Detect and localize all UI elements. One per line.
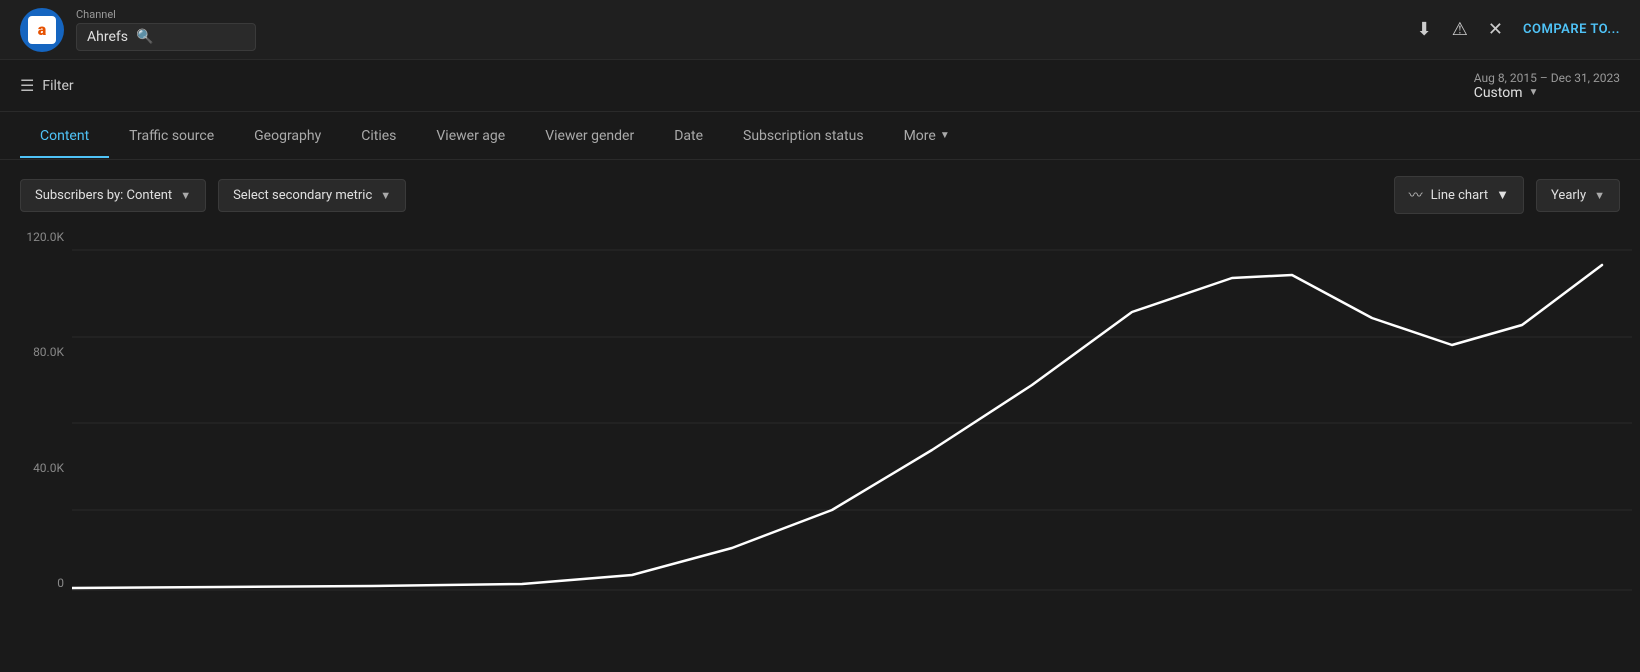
tab-traffic-source[interactable]: Traffic source	[109, 114, 234, 158]
chart-type-label: Line chart	[1431, 188, 1488, 203]
date-preset-dropdown[interactable]: Custom ▼	[1474, 85, 1620, 101]
tab-content[interactable]: Content	[20, 114, 109, 158]
tab-date[interactable]: Date	[654, 114, 723, 158]
channel-name: Ahrefs	[87, 29, 128, 45]
chart-controls: Subscribers by: Content ▼ Select seconda…	[20, 176, 1620, 214]
download-icon[interactable]: ⬇	[1417, 19, 1432, 40]
line-chart-icon: 〰	[1409, 185, 1423, 205]
tab-subscription-status[interactable]: Subscription status	[723, 114, 884, 158]
notification-icon[interactable]: ⚠	[1452, 19, 1468, 40]
y-label-80k: 80.0K	[20, 345, 72, 359]
search-icon[interactable]: 🔍	[136, 29, 153, 45]
chart-svg-container	[72, 230, 1620, 610]
date-preset-label: Custom	[1474, 85, 1523, 101]
logo-circle: a	[20, 8, 64, 52]
line-chart-svg	[72, 230, 1632, 610]
more-chevron-icon: ▼	[940, 130, 950, 141]
chart-line	[72, 265, 1602, 588]
secondary-metric-label: Select secondary metric	[233, 188, 372, 203]
tabs-bar: Content Traffic source Geography Cities …	[0, 112, 1640, 160]
top-bar: a Channel Ahrefs 🔍 ⬇ ⚠ ✕ COMPARE TO...	[0, 0, 1640, 60]
filter-icon: ☰	[20, 76, 34, 95]
tab-cities[interactable]: Cities	[341, 114, 416, 158]
chart-wrapper: 120.0K 80.0K 40.0K 0	[20, 230, 1620, 610]
y-label-0: 0	[20, 576, 72, 590]
secondary-metric-chevron-icon: ▼	[380, 189, 391, 202]
time-period-label: Yearly	[1551, 188, 1586, 203]
secondary-metric-dropdown[interactable]: Select secondary metric ▼	[218, 179, 406, 212]
chart-controls-right: 〰 Line chart ▼ Yearly ▼	[1394, 176, 1620, 214]
primary-metric-dropdown[interactable]: Subscribers by: Content ▼	[20, 179, 206, 212]
filter-left: ☰ Filter	[20, 76, 74, 95]
top-bar-right: ⬇ ⚠ ✕ COMPARE TO...	[1417, 19, 1620, 40]
channel-search-box[interactable]: Ahrefs 🔍	[76, 23, 256, 51]
filter-right: Aug 8, 2015 – Dec 31, 2023 Custom ▼	[1474, 71, 1620, 101]
chart-type-dropdown[interactable]: 〰 Line chart ▼	[1394, 176, 1524, 214]
tab-geography[interactable]: Geography	[234, 114, 341, 158]
top-bar-left: a Channel Ahrefs 🔍	[20, 8, 256, 52]
time-period-chevron-icon: ▼	[1594, 189, 1605, 202]
chevron-down-icon: ▼	[1528, 87, 1538, 98]
chart-type-chevron-icon: ▼	[1496, 187, 1509, 203]
filter-label: Filter	[42, 78, 73, 94]
channel-info: Channel Ahrefs 🔍	[76, 8, 256, 51]
primary-metric-chevron-icon: ▼	[180, 189, 191, 202]
date-range-text: Aug 8, 2015 – Dec 31, 2023	[1474, 71, 1620, 85]
tab-viewer-age[interactable]: Viewer age	[416, 114, 525, 158]
logo-icon: a	[28, 16, 56, 44]
channel-label: Channel	[76, 8, 256, 21]
y-label-40k: 40.0K	[20, 461, 72, 475]
tab-more[interactable]: More ▼	[884, 114, 970, 158]
chart-area: Subscribers by: Content ▼ Select seconda…	[0, 160, 1640, 610]
tab-viewer-gender[interactable]: Viewer gender	[525, 114, 654, 158]
filter-bar: ☰ Filter Aug 8, 2015 – Dec 31, 2023 Cust…	[0, 60, 1640, 112]
primary-metric-label: Subscribers by: Content	[35, 188, 172, 203]
y-label-120k: 120.0K	[20, 230, 72, 244]
chart-controls-left: Subscribers by: Content ▼ Select seconda…	[20, 179, 406, 212]
time-period-dropdown[interactable]: Yearly ▼	[1536, 179, 1620, 212]
close-icon[interactable]: ✕	[1488, 19, 1503, 40]
date-range-info: Aug 8, 2015 – Dec 31, 2023 Custom ▼	[1474, 71, 1620, 101]
y-axis-labels: 120.0K 80.0K 40.0K 0	[20, 230, 72, 610]
compare-to-button[interactable]: COMPARE TO...	[1523, 22, 1620, 37]
